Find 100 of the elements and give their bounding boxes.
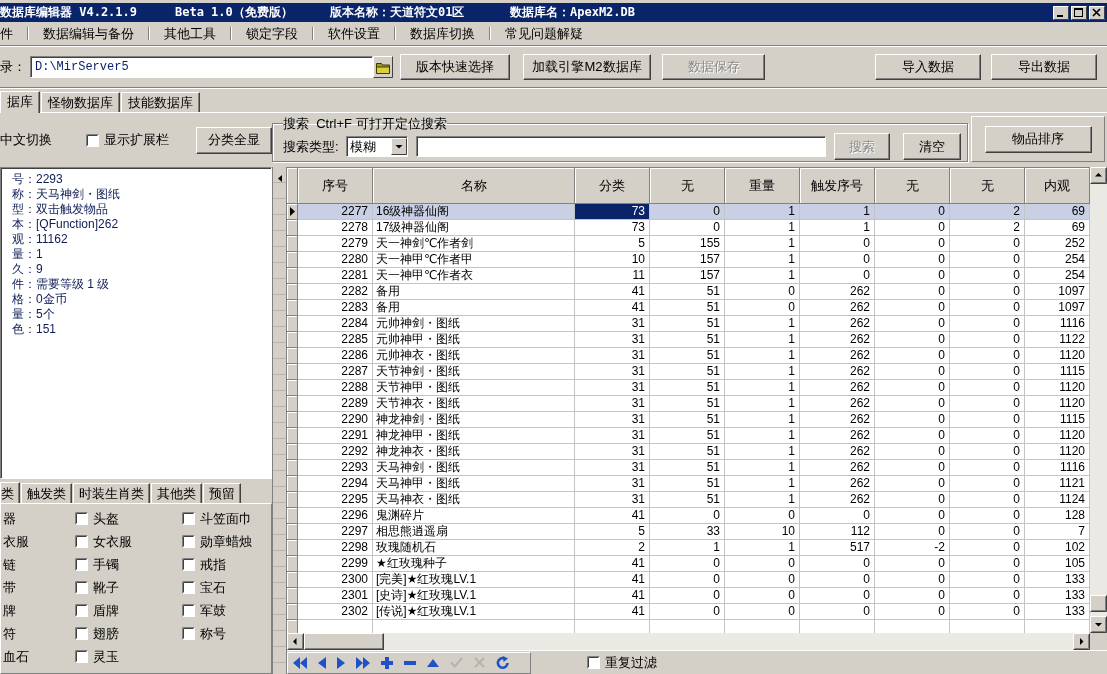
table-cell: 0 bbox=[650, 604, 725, 620]
table-cell: 31 bbox=[575, 316, 650, 332]
table-row[interactable]: 2283 备用 41 51 0 262 0 0 1097 bbox=[287, 300, 1090, 316]
left-arrow-icon[interactable] bbox=[287, 633, 304, 650]
column-header[interactable]: 无 bbox=[950, 168, 1025, 204]
show-all-categories-button[interactable]: 分类全显 bbox=[196, 126, 272, 154]
table-row[interactable]: 2280 天一神甲℃作者甲 10 157 1 0 0 0 254 bbox=[287, 252, 1090, 268]
checkbox[interactable] bbox=[86, 133, 99, 147]
table-row[interactable]: 2292 神龙神衣・图纸 31 51 1 262 0 0 1120 bbox=[287, 444, 1090, 460]
column-header[interactable]: 序号 bbox=[298, 168, 373, 204]
table-row[interactable]: 2299 ★红玫瑰种子 41 0 0 0 0 0 105 bbox=[287, 556, 1090, 572]
import-data-button[interactable]: 导入数据 bbox=[875, 54, 981, 80]
left-triangle-icon[interactable] bbox=[277, 175, 282, 182]
checkbox[interactable] bbox=[75, 581, 88, 594]
vertical-scrollbar[interactable] bbox=[1090, 167, 1107, 633]
table-row[interactable]: 2302 [传说]★红玫瑰LV.1 41 0 0 0 0 0 133 bbox=[287, 604, 1090, 620]
right-arrow-icon[interactable] bbox=[1073, 633, 1090, 650]
menu-item[interactable]: 常见问题解疑 bbox=[491, 24, 597, 43]
table-cell: 神龙神剑・图纸 bbox=[373, 412, 575, 428]
scroll-thumb[interactable] bbox=[1090, 595, 1107, 612]
column-header[interactable]: 分类 bbox=[575, 168, 650, 204]
checkbox[interactable] bbox=[75, 604, 88, 617]
refresh-icon[interactable] bbox=[496, 656, 510, 669]
column-header[interactable]: 无 bbox=[875, 168, 950, 204]
checkbox[interactable] bbox=[182, 581, 195, 594]
checkbox[interactable] bbox=[182, 512, 195, 525]
menu-item[interactable]: 数据编辑与备份 bbox=[29, 24, 148, 43]
folder-icon[interactable] bbox=[373, 56, 393, 78]
menu-item[interactable]: 软件设置 bbox=[314, 24, 394, 43]
column-header[interactable]: 名称 bbox=[373, 168, 575, 204]
table-row[interactable]: 2289 天节神衣・图纸 31 51 1 262 0 0 1120 bbox=[287, 396, 1090, 412]
table-row[interactable]: 2288 天节神甲・图纸 31 51 1 262 0 0 1120 bbox=[287, 380, 1090, 396]
checkbox[interactable] bbox=[75, 558, 88, 571]
search-field[interactable] bbox=[416, 136, 826, 157]
menu-item[interactable]: 锁定字段 bbox=[232, 24, 312, 43]
checkbox[interactable] bbox=[75, 627, 88, 640]
load-m2-database-button[interactable]: 加载引擎M2数据库 bbox=[523, 54, 651, 80]
export-data-button[interactable]: 导出数据 bbox=[991, 54, 1097, 80]
table-row[interactable]: 2282 备用 41 51 0 262 0 0 1097 bbox=[287, 284, 1090, 300]
table-row[interactable]: 2293 天马神剑・图纸 31 51 1 262 0 0 1116 bbox=[287, 460, 1090, 476]
menu-item[interactable]: 其他工具 bbox=[150, 24, 230, 43]
horizontal-scrollbar[interactable] bbox=[287, 633, 1090, 650]
down-arrow-icon[interactable] bbox=[1090, 616, 1107, 633]
checkbox[interactable] bbox=[587, 656, 600, 669]
table-row[interactable]: 2297 相思熊逍遥扇 5 33 10 112 0 0 7 bbox=[287, 524, 1090, 540]
version-select-button[interactable]: 版本快速选择 bbox=[400, 54, 510, 80]
table-row[interactable]: 2286 元帅神衣・图纸 31 51 1 262 0 0 1120 bbox=[287, 348, 1090, 364]
up-arrow-icon[interactable] bbox=[1090, 167, 1107, 184]
plus-icon[interactable] bbox=[381, 656, 393, 669]
tab[interactable]: 技能数据库 bbox=[121, 92, 200, 112]
clear-button[interactable]: 清空 bbox=[903, 133, 961, 160]
close-icon[interactable] bbox=[1089, 5, 1105, 20]
maximize-icon[interactable] bbox=[1071, 5, 1087, 20]
column-header[interactable]: 触发序号 bbox=[800, 168, 875, 204]
table-row[interactable]: 2295 天马神衣・图纸 31 51 1 262 0 0 1124 bbox=[287, 492, 1090, 508]
checkbox[interactable] bbox=[75, 650, 88, 663]
tab[interactable]: 其他类 bbox=[151, 483, 202, 503]
table-row[interactable]: 2296 鬼渊碎片 41 0 0 0 0 0 128 bbox=[287, 508, 1090, 524]
tab[interactable]: 触发类 bbox=[21, 483, 72, 503]
table-row[interactable]: 2287 天节神剑・图纸 31 51 1 262 0 0 1115 bbox=[287, 364, 1090, 380]
table-cell: 1 bbox=[725, 380, 800, 396]
table-row[interactable]: 2290 神龙神剑・图纸 31 51 1 262 0 0 1115 bbox=[287, 412, 1090, 428]
table-row[interactable]: 2285 元帅神甲・图纸 31 51 1 262 0 0 1122 bbox=[287, 332, 1090, 348]
double-right-arrow-icon[interactable] bbox=[356, 656, 370, 669]
table-row[interactable]: 2301 [史诗]★红玫瑰LV.1 41 0 0 0 0 0 133 bbox=[287, 588, 1090, 604]
column-header[interactable]: 无 bbox=[650, 168, 725, 204]
table-row[interactable]: 2281 天一神甲℃作者衣 11 157 1 0 0 0 254 bbox=[287, 268, 1090, 284]
tab[interactable]: 时装生肖类 bbox=[73, 483, 150, 503]
table-row[interactable]: 2279 天一神剑℃作者剑 5 155 1 0 0 0 252 bbox=[287, 236, 1090, 252]
checkbox[interactable] bbox=[182, 535, 195, 548]
table-row[interactable]: 2284 元帅神剑・图纸 31 51 1 262 0 0 1116 bbox=[287, 316, 1090, 332]
directory-field[interactable]: D:\MirServer5 bbox=[30, 56, 373, 78]
tab[interactable]: 怪物数据库 bbox=[41, 92, 120, 112]
minimize-icon[interactable] bbox=[1053, 5, 1069, 20]
menu-item[interactable]: 件 bbox=[0, 24, 27, 43]
table-row[interactable]: 2300 [完美]★红玫瑰LV.1 41 0 0 0 0 0 133 bbox=[287, 572, 1090, 588]
table-row[interactable]: 2277 16级神器仙阁 73 0 1 1 0 2 69 bbox=[287, 204, 1090, 220]
tab[interactable]: 预留 bbox=[203, 483, 241, 503]
tab[interactable]: 类 bbox=[0, 482, 20, 504]
checkbox[interactable] bbox=[182, 604, 195, 617]
checkbox[interactable] bbox=[182, 558, 195, 571]
double-left-arrow-icon[interactable] bbox=[293, 656, 307, 669]
table-cell: 0 bbox=[950, 508, 1025, 524]
table-row[interactable]: 2291 神龙神甲・图纸 31 51 1 262 0 0 1120 bbox=[287, 428, 1090, 444]
table-cell: 157 bbox=[650, 252, 725, 268]
tab[interactable]: 据库 bbox=[0, 91, 40, 113]
checkbox[interactable] bbox=[182, 627, 195, 640]
checkbox[interactable] bbox=[75, 512, 88, 525]
minus-icon[interactable] bbox=[404, 660, 416, 665]
column-header[interactable]: 重量 bbox=[725, 168, 800, 204]
menu-item[interactable]: 数据库切换 bbox=[396, 24, 489, 43]
sort-items-button[interactable]: 物品排序 bbox=[984, 125, 1092, 153]
dropdown-arrow-icon[interactable] bbox=[391, 138, 407, 155]
checkbox[interactable] bbox=[75, 535, 88, 548]
table-row[interactable]: 2298 玫瑰随机石 2 1 1 517 -2 0 102 bbox=[287, 540, 1090, 556]
search-type-select[interactable]: 模糊 bbox=[346, 136, 408, 157]
table-row[interactable]: 2294 天马神甲・图纸 31 51 1 262 0 0 1121 bbox=[287, 476, 1090, 492]
up-triangle-icon[interactable] bbox=[427, 658, 439, 667]
table-row[interactable]: 2278 17级神器仙阁 73 0 1 1 0 2 69 bbox=[287, 220, 1090, 236]
column-header[interactable]: 内观 bbox=[1025, 168, 1090, 204]
